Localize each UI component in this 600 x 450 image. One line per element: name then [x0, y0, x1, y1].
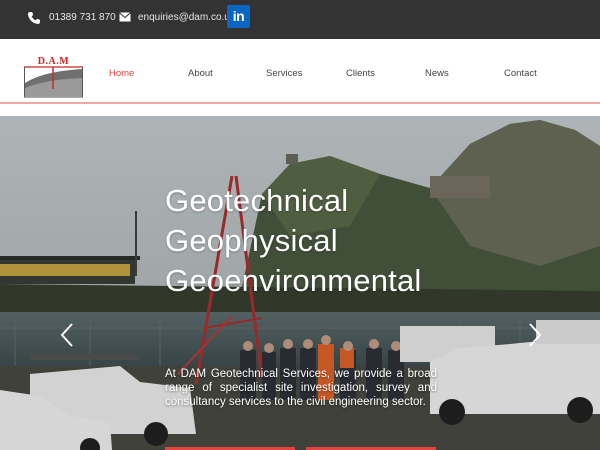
nav-clients[interactable]: Clients — [346, 68, 375, 80]
nav-news[interactable]: News — [425, 68, 449, 80]
nav-contact[interactable]: Contact — [504, 68, 537, 80]
chevron-left-icon[interactable] — [58, 322, 76, 348]
phone-icon — [28, 12, 40, 24]
hero-description: At DAM Geotechnical Services, we provide… — [165, 368, 437, 408]
hero-slider: Geotechnical Geophysical Geoenvironmenta… — [0, 116, 600, 450]
hero-title-geotechnical: Geotechnical — [165, 183, 349, 218]
chevron-right-icon[interactable] — [526, 322, 544, 348]
top-contact-bar: 01389 731 870 enquiries@dam.co.uk in — [0, 0, 600, 39]
logo-text: D.A.M — [37, 56, 70, 67]
phone-number[interactable]: 01389 731 870 — [49, 11, 116, 25]
header-divider — [0, 102, 600, 104]
mail-icon — [119, 12, 131, 22]
hero-title-geoenvironmental: Geoenvironmental — [165, 263, 422, 298]
dam-logo[interactable]: D.A.M — [24, 56, 83, 98]
nav-services[interactable]: Services — [266, 68, 302, 80]
linkedin-icon[interactable]: in — [227, 5, 250, 28]
email-address[interactable]: enquiries@dam.co.uk — [138, 11, 235, 25]
site-header: D.A.M Home About Services Clients News C… — [0, 39, 600, 102]
hero-title-geophysical: Geophysical — [165, 223, 338, 258]
nav-about[interactable]: About — [188, 68, 213, 80]
nav-home[interactable]: Home — [109, 68, 134, 80]
